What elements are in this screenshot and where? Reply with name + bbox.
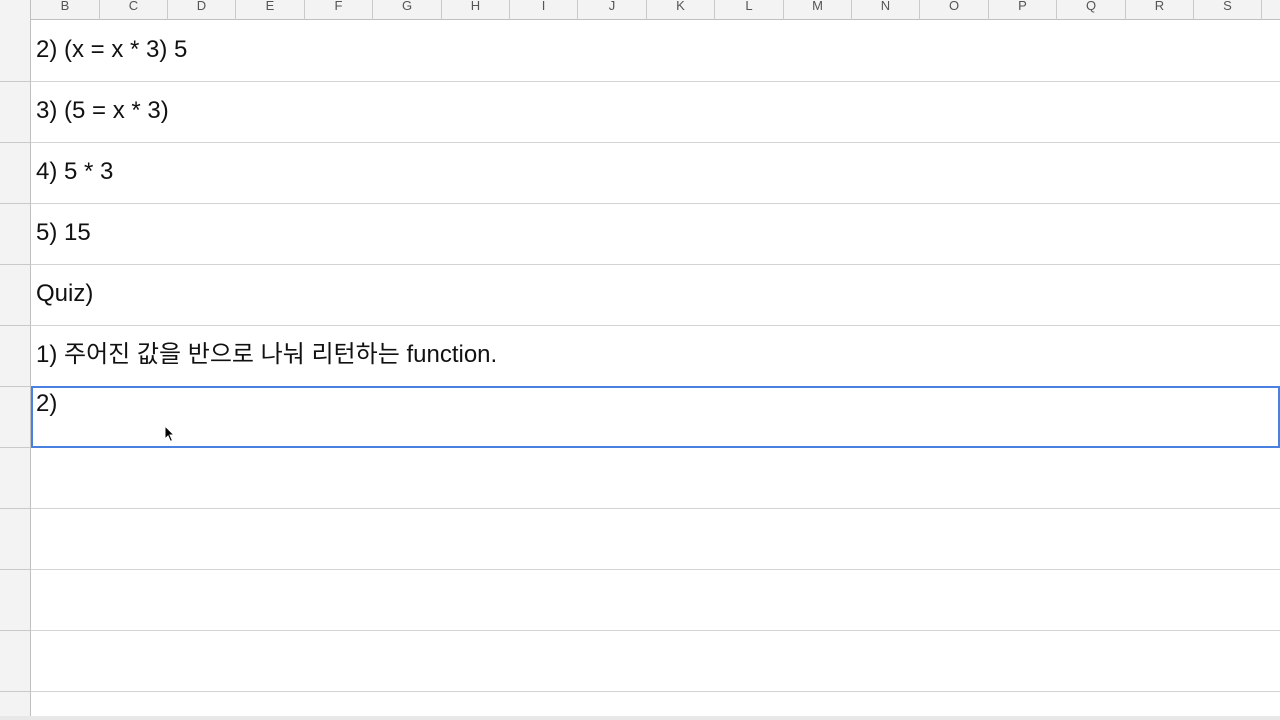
active-cell-row[interactable]: 2)	[31, 387, 1280, 448]
row-header-bar	[0, 20, 31, 720]
cell-text: 5) 15	[36, 219, 91, 246]
cell-text: 2) (x = x * 3) 5	[36, 36, 188, 63]
column-header-j[interactable]: J	[578, 0, 647, 20]
spreadsheet-grid: B C D E F G H I J K L M N O P Q R S 2) (…	[0, 0, 1280, 720]
column-header-f[interactable]: F	[305, 0, 373, 20]
column-header-bar: B C D E F G H I J K L M N O P Q R S	[0, 0, 1280, 20]
row-header[interactable]	[0, 20, 31, 82]
table-row[interactable]: 1) 주어진 값을 반으로 나눠 리턴하는 function.	[31, 326, 1280, 387]
column-header-q[interactable]: Q	[1057, 0, 1126, 20]
column-header-b[interactable]: B	[31, 0, 100, 20]
column-header-r[interactable]: R	[1126, 0, 1194, 20]
mouse-pointer-icon	[164, 425, 176, 443]
column-header-n[interactable]: N	[852, 0, 920, 20]
table-row[interactable]	[31, 570, 1280, 631]
row-header[interactable]	[0, 448, 31, 509]
row-header[interactable]	[0, 204, 31, 265]
table-row[interactable]: 2) (x = x * 3) 5	[31, 21, 1280, 82]
table-row[interactable]	[31, 448, 1280, 509]
column-header-c[interactable]: C	[100, 0, 168, 20]
column-header-h[interactable]: H	[442, 0, 510, 20]
table-row[interactable]: 3) (5 = x * 3)	[31, 82, 1280, 143]
column-header-l[interactable]: L	[715, 0, 784, 20]
table-row[interactable]: 5) 15	[31, 204, 1280, 265]
table-row[interactable]	[31, 509, 1280, 570]
column-header-o[interactable]: O	[920, 0, 989, 20]
column-header-e[interactable]: E	[236, 0, 305, 20]
cell-text: 1) 주어진 값을 반으로 나눠 리턴하는 function.	[36, 341, 498, 368]
row-header[interactable]	[0, 570, 31, 631]
table-row[interactable]: 4) 5 * 3	[31, 143, 1280, 204]
cell-text: 3) (5 = x * 3)	[36, 97, 169, 124]
row-header[interactable]	[0, 265, 31, 326]
row-header[interactable]	[0, 387, 31, 448]
bottom-edge	[0, 716, 1280, 720]
select-all-corner[interactable]	[0, 0, 31, 20]
cell-text: 4) 5 * 3	[36, 158, 114, 185]
column-header-m[interactable]: M	[784, 0, 852, 20]
row-header[interactable]	[0, 631, 31, 692]
column-header-g[interactable]: G	[373, 0, 442, 20]
column-header-p[interactable]: P	[989, 0, 1057, 20]
table-row[interactable]	[31, 631, 1280, 692]
column-header-k[interactable]: K	[647, 0, 715, 20]
row-header[interactable]	[0, 509, 31, 570]
table-row[interactable]: Quiz)	[31, 265, 1280, 326]
row-header[interactable]	[0, 82, 31, 143]
column-header-i[interactable]: I	[510, 0, 578, 20]
active-cell-text[interactable]: 2)	[36, 389, 57, 419]
row-header[interactable]	[0, 143, 31, 204]
cell-text: Quiz)	[36, 280, 94, 307]
column-header-s[interactable]: S	[1194, 0, 1262, 20]
column-header-d[interactable]: D	[168, 0, 236, 20]
row-header[interactable]	[0, 326, 31, 387]
